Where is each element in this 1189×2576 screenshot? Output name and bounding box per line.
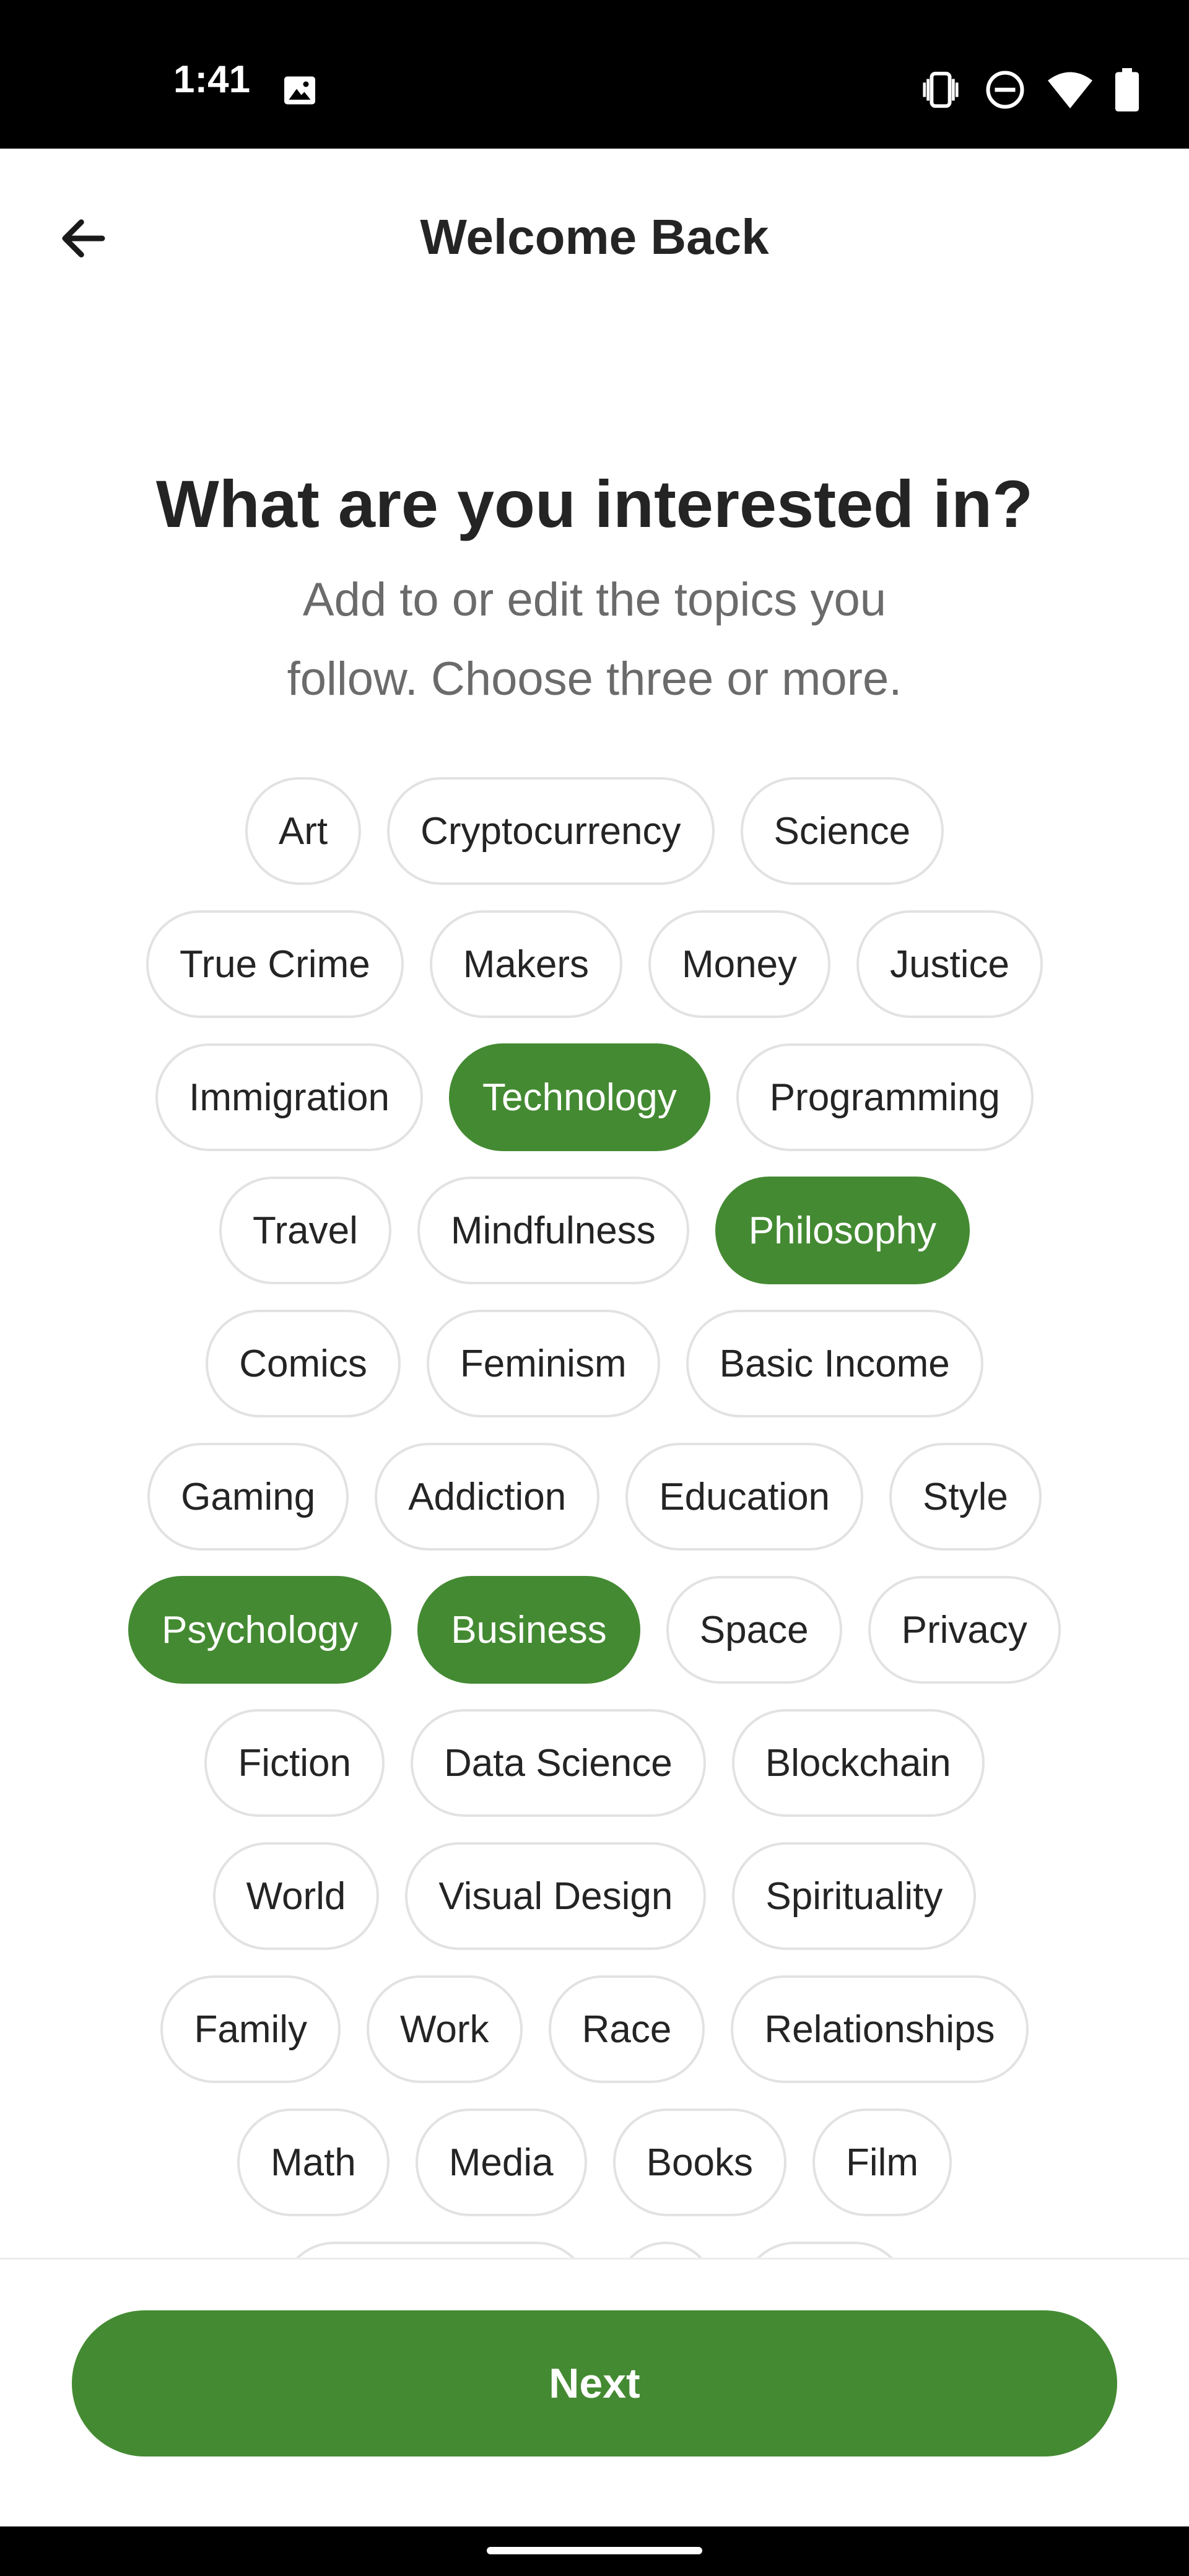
topic-chip[interactable]: Programming [736,1043,1034,1151]
topic-row: Comics Feminism Basic Income [0,1310,1189,1417]
vibrate-icon [923,71,959,108]
topic-chip[interactable]: Privacy [868,1576,1061,1684]
topic-chip[interactable]: Film [812,2108,952,2216]
topic-chip[interactable]: True Crime [146,910,404,1018]
topic-chip[interactable]: Psychology [128,1576,392,1684]
bottom-action-area: Next [0,2258,1189,2528]
topic-chip[interactable]: Education [625,1443,864,1551]
topic-chip[interactable]: Addiction [375,1443,600,1551]
status-time: 1:41 [173,58,251,101]
topic-row: Gaming Addiction Education Style [0,1443,1189,1551]
wifi-icon [1048,72,1092,108]
topics-list: Art Cryptocurrency Science True Crime Makers… [0,777,1189,2260]
topic-chip[interactable]: Philosophy [715,1177,970,1284]
battery-icon [1115,68,1139,111]
next-button[interactable]: Next [72,2310,1117,2456]
topic-chip[interactable]: Basic Income [686,1310,983,1417]
topic-chip[interactable]: Gaming [147,1443,349,1551]
app-title: Welcome Back [420,209,769,264]
status-bar: 1:41 [0,0,1189,149]
topic-row: Art Cryptocurrency Science [0,777,1189,885]
topic-chip[interactable]: Technology [449,1043,710,1151]
topic-chip[interactable]: Family [160,1975,341,2083]
subtitle-line: Add to or edit the topics you [302,573,887,626]
topic-chip[interactable]: Space [666,1576,842,1684]
topic-chip[interactable]: Fiction [204,1709,385,1817]
topic-row: Immigration Technology Programming [0,1043,1189,1151]
navigation-bar [0,2526,1189,2576]
topic-row: Family Work Race Relationships [0,1975,1189,2083]
topic-chip[interactable]: Spirituality [732,1842,977,1950]
topic-chip[interactable]: Books [612,2108,786,2216]
topic-chip[interactable]: Math [237,2108,390,2216]
topic-chip[interactable]: Travel [219,1177,391,1284]
topic-chip[interactable]: World [212,1842,380,1950]
page-heading: What are you interested in? [155,466,1034,541]
topic-chip[interactable]: Science [740,777,944,885]
app-bar: Welcome Back [0,149,1189,322]
subtitle-line: follow. Choose three or more. [287,653,902,705]
topic-row: Fiction Data Science Blockchain [0,1709,1189,1817]
page-subtitle: Add to or edit the topics you follow. Ch… [235,560,954,719]
topic-row: True Crime Makers Money Justice [0,910,1189,1018]
topic-row: Math Media Books Film [0,2108,1189,2216]
status-icons [919,68,1139,111]
topic-chip[interactable]: Relationships [731,1975,1029,2083]
home-indicator[interactable] [487,2547,702,2554]
image-icon [284,76,315,105]
topic-chip[interactable]: Mindfulness [417,1177,689,1284]
topic-chip[interactable]: Business [417,1576,640,1684]
topic-chip[interactable]: Cryptocurrency [387,777,715,885]
topic-row: World Visual Design Spirituality [0,1842,1189,1950]
topic-chip[interactable]: Race [548,1975,705,2083]
do-not-disturb-icon [986,71,1024,109]
topic-chip[interactable]: Media [415,2108,587,2216]
topic-row: Psychology Business Space Privacy [0,1576,1189,1684]
topic-chip[interactable]: Makers [429,910,622,1018]
topic-row: Travel Mindfulness Philosophy [0,1177,1189,1284]
topic-chip[interactable]: Style [889,1443,1042,1551]
topic-chip[interactable]: Immigration [155,1043,424,1151]
topic-chip[interactable]: Visual Design [405,1842,707,1950]
topic-chip[interactable]: Comics [206,1310,401,1417]
topic-chip[interactable]: Blockchain [731,1709,985,1817]
topic-chip[interactable]: Justice [856,910,1043,1018]
topic-chip[interactable]: Feminism [426,1310,660,1417]
topic-chip[interactable]: Money [648,910,831,1018]
topic-chip[interactable]: Work [367,1975,523,2083]
topic-chip[interactable]: Data Science [411,1709,706,1817]
topic-chip[interactable]: Art [245,777,362,885]
